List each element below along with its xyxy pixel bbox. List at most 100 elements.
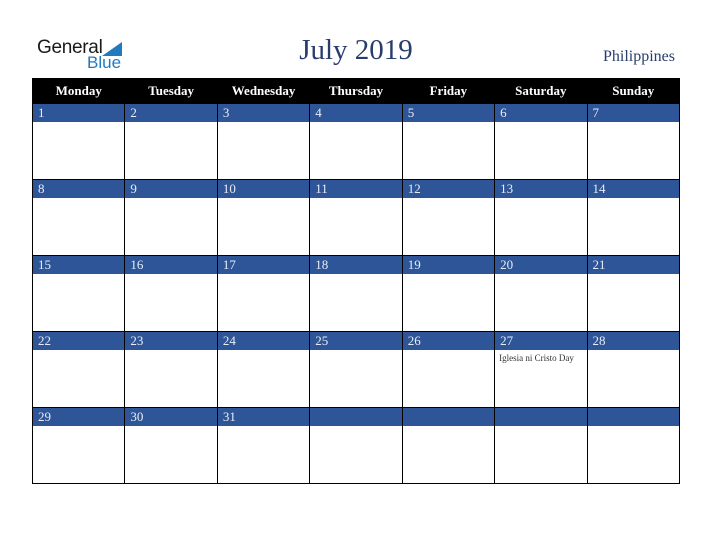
week-row: 8 9 10 11 12 13 14 [31,179,681,256]
day-cell[interactable]: 15 [31,255,126,332]
holiday-label [218,198,309,201]
holiday-label [588,350,679,353]
holiday-label [218,350,309,353]
holiday-label [33,274,124,277]
holiday-label [588,198,679,201]
day-cell[interactable]: 19 [401,255,496,332]
day-number: 13 [495,180,587,198]
day-number: 24 [217,332,310,350]
day-number: 31 [217,408,310,426]
day-number: 12 [402,180,495,198]
day-cell[interactable]: 24 [216,331,311,408]
holiday-label [495,274,586,277]
day-cell[interactable]: 17 [216,255,311,332]
day-number: 8 [33,180,125,198]
holiday-label [495,122,586,125]
weekday-friday: Friday [401,78,496,104]
day-cell[interactable] [494,407,588,484]
day-number: 28 [587,332,679,350]
day-cell[interactable]: 5 [401,103,496,180]
weekday-monday: Monday [31,78,126,104]
week-row: 22 23 24 25 26 27 Iglesia ni Cristo Day 28 [31,331,681,408]
day-cell[interactable]: 26 [401,331,496,408]
day-number [495,408,587,426]
day-number: 11 [310,180,402,198]
holiday-label [588,274,679,277]
day-cell[interactable] [401,407,496,484]
day-cell[interactable]: 27 Iglesia ni Cristo Day [494,331,588,408]
day-cell[interactable]: 28 [586,331,681,408]
day-number: 2 [125,104,217,122]
day-cell[interactable]: 21 [586,255,681,332]
country-label: Philippines [602,48,675,65]
day-cell[interactable]: 10 [216,179,311,256]
holiday-label [125,198,216,201]
weekday-saturday: Saturday [494,78,588,104]
day-number: 14 [587,180,679,198]
day-number: 19 [402,256,495,274]
week-row: 29 30 31 [31,407,681,484]
day-cell[interactable]: 7 [586,103,681,180]
holiday-label [33,122,124,125]
day-cell[interactable]: 22 [31,331,126,408]
holiday-label [403,426,494,429]
day-cell[interactable]: 18 [309,255,403,332]
day-number [310,408,402,426]
holiday-label [125,122,216,125]
day-cell[interactable]: 8 [31,179,126,256]
holiday-label [310,122,401,125]
day-number: 4 [310,104,402,122]
holiday-label [33,426,124,429]
holiday-label [403,274,494,277]
day-cell[interactable]: 6 [494,103,588,180]
day-number: 1 [33,104,125,122]
weekday-sunday: Sunday [586,78,681,104]
holiday-label [310,274,401,277]
week-row: 1234567 [31,103,681,180]
day-cell[interactable]: 12 [401,179,496,256]
day-number: 7 [587,104,679,122]
holiday-label [33,198,124,201]
day-cell[interactable]: 16 [124,255,218,332]
weekday-header-row: Monday Tuesday Wednesday Thursday Friday… [31,78,681,104]
day-cell[interactable]: 13 [494,179,588,256]
day-number: 22 [33,332,125,350]
holiday-label [33,350,124,353]
day-number [587,408,679,426]
day-cell[interactable]: 14 [586,179,681,256]
day-number: 3 [217,104,310,122]
holiday-label [310,198,401,201]
holiday-label [310,350,401,353]
calendar-grid: Monday Tuesday Wednesday Thursday Friday… [31,78,681,484]
holiday-label [125,350,216,353]
day-cell[interactable]: 9 [124,179,218,256]
day-cell[interactable] [586,407,681,484]
holiday-label [588,122,679,125]
day-number: 16 [125,256,217,274]
day-number: 18 [310,256,402,274]
day-number: 10 [217,180,310,198]
day-number: 5 [402,104,495,122]
day-number: 30 [125,408,217,426]
day-cell[interactable]: 29 [31,407,126,484]
day-cell[interactable]: 20 [494,255,588,332]
day-cell[interactable]: 2 [124,103,218,180]
week-row: 15 16 17 18 19 20 21 [31,255,681,332]
holiday-label [403,122,494,125]
day-number: 23 [125,332,217,350]
day-cell[interactable]: 1 [31,103,126,180]
day-cell[interactable] [309,407,403,484]
day-cell[interactable]: 11 [309,179,403,256]
day-cell[interactable]: 25 [309,331,403,408]
holiday-label: Iglesia ni Cristo Day [499,353,574,363]
holiday-label [125,274,216,277]
day-cell[interactable]: 23 [124,331,218,408]
day-cell[interactable]: 31 [216,407,311,484]
day-cell[interactable]: 4 [309,103,403,180]
day-cell[interactable]: 3 [216,103,311,180]
holiday-label [403,198,494,201]
holiday-label [403,350,494,353]
holiday-label [218,274,309,277]
holiday-label [588,426,679,429]
day-cell[interactable]: 30 [124,407,218,484]
